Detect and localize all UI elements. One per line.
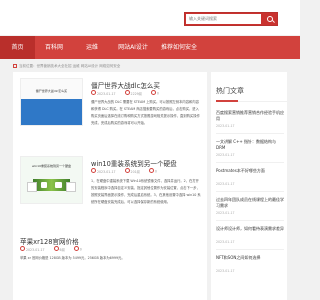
hot-article-item[interactable]: NFT和SON之间如何选择 [216,255,284,261]
hot-article-date: 2023-01-17 [216,211,235,215]
article-meta: 2023-01-17 201阅 0 [91,168,157,174]
thumbnail-text: 僵尸世界大战dlc怎么买 [35,89,68,93]
article-comments: 0 [79,247,82,252]
search-input[interactable]: 输入关键词搜索 [186,14,261,24]
nav-item-security[interactable]: 推荐如何安全 [155,36,203,59]
comment-icon [148,168,154,173]
calendar-icon [91,90,96,95]
breadcrumb: 当前位置：世界营销技术大全社招 运维 网站AI设计 网络如何安全 [13,62,207,70]
breadcrumb-text: 当前位置：世界营销技术大全社招 运维 网站AI设计 网络如何安全 [19,64,121,68]
sidebar-title-divider [216,100,287,102]
article-excerpt: 苹果 xr 官网价格是 128GB 版本为 5499元，256GB 版本为699… [20,256,125,260]
article-views: 2229阅 [130,91,142,96]
sidebar-hot-articles: 热门文章 百度搜索营销推荐营销合作经验手机应用 2023-01-17 一文讲解 … [211,72,287,300]
hot-article-date: 2023-01-17 [216,240,235,244]
sidebar-title: 热门文章 [216,87,244,95]
eye-icon [124,90,130,95]
monitor-icon [66,182,76,192]
thumbnail-text: win10重装系统到另一个硬盘 [31,164,71,168]
article-views: 201阅 [130,169,140,174]
sidebar-divider [216,249,284,250]
article-title[interactable]: 苹果xr128官网价格 [20,236,79,246]
hot-article-item[interactable]: 过去四年团队成员在线课程上的最佳学习需求 [216,197,284,209]
article-thumbnail[interactable]: 僵尸世界大战dlc怎么买 [20,78,83,126]
article-date: 2023-01-17 [26,247,45,252]
article-card[interactable]: 僵尸世界大战dlc怎么买 僵尸世界大战dlc怎么买 2023-01-17 222… [13,72,207,140]
article-date: 2023-01-17 [97,91,116,96]
article-card[interactable]: win10重装系统到另一个硬盘 win10重装系统到另一个硬盘 2023-01-… [13,150,207,218]
hot-article-date: 2023-01-17 [216,124,235,128]
hot-article-item[interactable]: 一文讲解 C++ 指针：数据结构与 DRM [216,139,284,151]
eye-icon [53,246,59,251]
article-list: 僵尸世界大战dlc怎么买 僵尸世界大战dlc怎么买 2023-01-17 222… [13,72,207,300]
nav-item-baike[interactable]: 百科网 [35,36,73,59]
article-meta: 2023-01-17 6阅 0 [20,246,82,252]
hot-article-item[interactable]: 百度搜索营销推荐营销合作经验手机应用 [216,110,284,122]
home-icon[interactable] [13,64,17,68]
illustration-band [33,179,70,191]
sidebar-divider [216,162,284,163]
calendar-icon [91,168,96,173]
monitor-icon [27,182,37,192]
hot-article-date: 2023-01-17 [216,153,235,157]
sidebar-divider [216,133,284,134]
article-views: 6阅 [59,247,65,252]
nav-item-ai-design[interactable]: 网站AI设计 [111,36,155,59]
article-title[interactable]: 僵尸世界大战dlc怎么买 [91,80,160,90]
sidebar-divider [216,191,284,192]
article-comments: 0 [156,91,159,96]
article-thumbnail[interactable]: win10重装系统到另一个硬盘 [20,156,83,204]
nav-item-home[interactable]: 首页 [0,36,35,59]
article-excerpt: 僵尸世界大战的 DLC 需要在 STEAM 上购买。可以按照左侧本内容和内容和获… [91,100,200,125]
hot-article-item[interactable]: 设计师设计师，如何看待表演需求差异 [216,226,284,232]
article-meta: 2023-01-17 2229阅 0 [91,90,159,96]
article-date: 2023-01-17 [97,169,116,174]
nav-item-ops[interactable]: 运维 [73,36,111,59]
search-box[interactable]: 输入关键词搜索 [184,12,278,26]
sidebar-divider [216,220,284,221]
search-icon[interactable] [263,13,277,25]
article-card[interactable]: 苹果xr128官网价格 2023-01-17 6阅 0 苹果 xr 官网价格是 … [13,228,207,296]
hot-article-item[interactable]: Postmates本不好哪些方面 [216,168,284,174]
article-excerpt: 1，在硬盘中重装系统下载 Win10系统镜像文件，选择并运行。2，在打开的安装程… [91,179,201,204]
article-comments: 0 [154,169,157,174]
comment-icon [73,246,79,251]
hot-article-date: 2023-01-17 [216,182,235,186]
article-title[interactable]: win10重装系统到另一个硬盘 [91,158,177,168]
comment-icon [150,90,156,95]
hot-article-date: 2023-01-17 [216,269,235,273]
eye-icon [124,168,130,173]
main-navigation: 首页 百科网 运维 网站AI设计 推荐如何安全 [0,36,300,59]
top-header: 输入关键词搜索 [0,0,300,35]
calendar-icon [20,246,25,251]
